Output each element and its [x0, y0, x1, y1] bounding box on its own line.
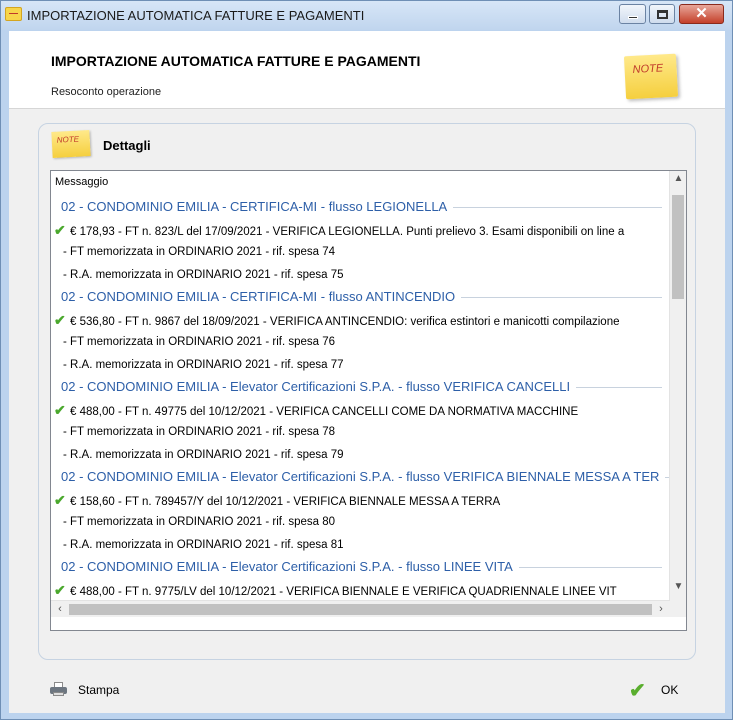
- detail-row[interactable]: - FT memorizzata in ORDINARIO 2021 - rif…: [51, 511, 670, 534]
- maximize-button[interactable]: [649, 4, 675, 24]
- checkmark-icon: ✔: [54, 221, 66, 238]
- flow-heading[interactable]: 02 - CONDOMINIO EMILIA - Elevator Certif…: [51, 466, 670, 489]
- flow-heading-text: 02 - CONDOMINIO EMILIA - Elevator Certif…: [61, 469, 660, 484]
- dialog-header: IMPORTAZIONE AUTOMATICA FATTURE E PAGAME…: [9, 31, 725, 109]
- heading-divider: [453, 206, 662, 208]
- scrollbar-corner: [670, 600, 686, 617]
- minimize-button[interactable]: [619, 4, 646, 24]
- invoice-row[interactable]: ✔ € 488,00 - FT n. 9775/LV del 10/12/2021…: [51, 579, 670, 601]
- invoice-row-text: € 178,93 - FT n. 823/L del 17/09/2021 - …: [70, 225, 625, 238]
- flow-heading-text: 02 - CONDOMINIO EMILIA - Elevator Certif…: [61, 559, 513, 574]
- note-icon-label: NOTE: [632, 62, 664, 76]
- checkmark-icon: ✔: [629, 680, 646, 702]
- detail-row[interactable]: - FT memorizzata in ORDINARIO 2021 - rif…: [51, 421, 670, 444]
- checkmark-icon: ✔: [54, 581, 66, 598]
- scroll-left-icon[interactable]: ‹: [53, 601, 67, 618]
- detail-row-text: - R.A. memorizzata in ORDINARIO 2021 - r…: [63, 538, 344, 551]
- vertical-scroll-thumb[interactable]: [672, 195, 684, 299]
- invoice-row[interactable]: ✔ € 178,93 - FT n. 823/L del 17/09/2021 -…: [51, 219, 670, 242]
- message-list[interactable]: Messaggio 02 - CONDOMINIO EMILIA - CERTI…: [50, 170, 687, 631]
- flow-heading-text: 02 - CONDOMINIO EMILIA - Elevator Certif…: [61, 379, 571, 394]
- detail-row[interactable]: - FT memorizzata in ORDINARIO 2021 - rif…: [51, 331, 670, 354]
- checkmark-icon: ✔: [54, 401, 66, 418]
- window-title: IMPORTAZIONE AUTOMATICA FATTURE E PAGAME…: [27, 8, 365, 23]
- flow-heading[interactable]: 02 - CONDOMINIO EMILIA - CERTIFICA-MI - …: [51, 286, 670, 309]
- flow-heading[interactable]: 02 - CONDOMINIO EMILIA - Elevator Certif…: [51, 556, 670, 579]
- close-button[interactable]: ✕: [679, 4, 724, 24]
- detail-row-text: - R.A. memorizzata in ORDINARIO 2021 - r…: [63, 358, 344, 371]
- detail-row[interactable]: - FT memorizzata in ORDINARIO 2021 - rif…: [51, 241, 670, 264]
- invoice-row[interactable]: ✔ € 158,60 - FT n. 789457/Y del 10/12/202…: [51, 489, 670, 512]
- printer-icon: [50, 682, 67, 696]
- scroll-down-icon[interactable]: ▼: [670, 581, 686, 597]
- detail-row-text: - FT memorizzata in ORDINARIO 2021 - rif…: [63, 426, 336, 438]
- flow-heading[interactable]: 02 - CONDOMINIO EMILIA - CERTIFICA-MI - …: [51, 196, 670, 219]
- detail-row[interactable]: - R.A. memorizzata in ORDINARIO 2021 - r…: [51, 354, 670, 377]
- heading-divider: [576, 386, 662, 388]
- detail-row-text: - FT memorizzata in ORDINARIO 2021 - rif…: [63, 336, 336, 348]
- dialog-window: IMPORTAZIONE AUTOMATICA FATTURE E PAGAME…: [0, 0, 733, 720]
- vertical-scrollbar[interactable]: ▲ ▼: [669, 171, 686, 600]
- note-icon: NOTE: [51, 130, 91, 158]
- column-header-messaggio: Messaggio: [55, 176, 109, 188]
- close-icon: ✕: [695, 5, 708, 22]
- title-bar[interactable]: IMPORTAZIONE AUTOMATICA FATTURE E PAGAME…: [1, 1, 732, 30]
- flow-heading-text: 02 - CONDOMINIO EMILIA - CERTIFICA-MI - …: [61, 289, 456, 304]
- minimize-icon: [628, 16, 638, 19]
- detail-row[interactable]: - R.A. memorizzata in ORDINARIO 2021 - r…: [51, 264, 670, 287]
- horizontal-scroll-thumb[interactable]: [69, 604, 652, 615]
- dialog-body: IMPORTAZIONE AUTOMATICA FATTURE E PAGAME…: [9, 31, 725, 713]
- detail-row[interactable]: - R.A. memorizzata in ORDINARIO 2021 - r…: [51, 534, 670, 557]
- checkmark-icon: ✔: [54, 491, 66, 508]
- checkmark-icon: ✔: [54, 311, 66, 328]
- group-title: Dettagli: [103, 138, 151, 153]
- note-icon: [5, 7, 22, 21]
- page-subtitle: Resoconto operazione: [51, 86, 162, 98]
- invoice-row-text: € 158,60 - FT n. 789457/Y del 10/12/2021…: [70, 495, 501, 508]
- note-icon-label: NOTE: [56, 134, 80, 145]
- ok-button-label: OK: [661, 683, 679, 697]
- invoice-row-text: € 536,80 - FT n. 9867 del 18/09/2021 - V…: [70, 315, 620, 328]
- invoice-row-text: € 488,00 - FT n. 49775 del 10/12/2021 - …: [70, 405, 579, 418]
- scroll-up-icon[interactable]: ▲: [670, 173, 686, 189]
- note-icon: NOTE: [623, 53, 679, 100]
- invoice-row[interactable]: ✔ € 488,00 - FT n. 49775 del 10/12/2021 -…: [51, 399, 670, 422]
- ok-button[interactable]: ✔ OK: [629, 678, 689, 702]
- invoice-row-text: € 488,00 - FT n. 9775/LV del 10/12/2021 …: [70, 585, 617, 598]
- maximize-icon: [657, 10, 668, 19]
- message-rows: 02 - CONDOMINIO EMILIA - CERTIFICA-MI - …: [51, 196, 670, 600]
- heading-divider: [461, 296, 662, 298]
- flow-heading[interactable]: 02 - CONDOMINIO EMILIA - Elevator Certif…: [51, 376, 670, 399]
- scroll-right-icon[interactable]: ›: [654, 601, 668, 618]
- print-button[interactable]: Stampa: [50, 678, 130, 702]
- detail-row-text: - R.A. memorizzata in ORDINARIO 2021 - r…: [63, 448, 344, 461]
- horizontal-scrollbar[interactable]: ‹ ›: [51, 600, 670, 617]
- heading-divider: [518, 566, 662, 568]
- print-button-label: Stampa: [78, 683, 120, 697]
- details-group: NOTE Dettagli Messaggio 02 - CONDOMINIO …: [38, 123, 696, 660]
- detail-row-text: - R.A. memorizzata in ORDINARIO 2021 - r…: [63, 268, 344, 281]
- invoice-row[interactable]: ✔ € 536,80 - FT n. 9867 del 18/09/2021 - …: [51, 309, 670, 332]
- detail-row-text: - FT memorizzata in ORDINARIO 2021 - rif…: [63, 246, 336, 258]
- detail-row-text: - FT memorizzata in ORDINARIO 2021 - rif…: [63, 516, 336, 528]
- detail-row[interactable]: - R.A. memorizzata in ORDINARIO 2021 - r…: [51, 444, 670, 467]
- page-title: IMPORTAZIONE AUTOMATICA FATTURE E PAGAME…: [51, 53, 421, 69]
- flow-heading-text: 02 - CONDOMINIO EMILIA - CERTIFICA-MI - …: [61, 199, 448, 214]
